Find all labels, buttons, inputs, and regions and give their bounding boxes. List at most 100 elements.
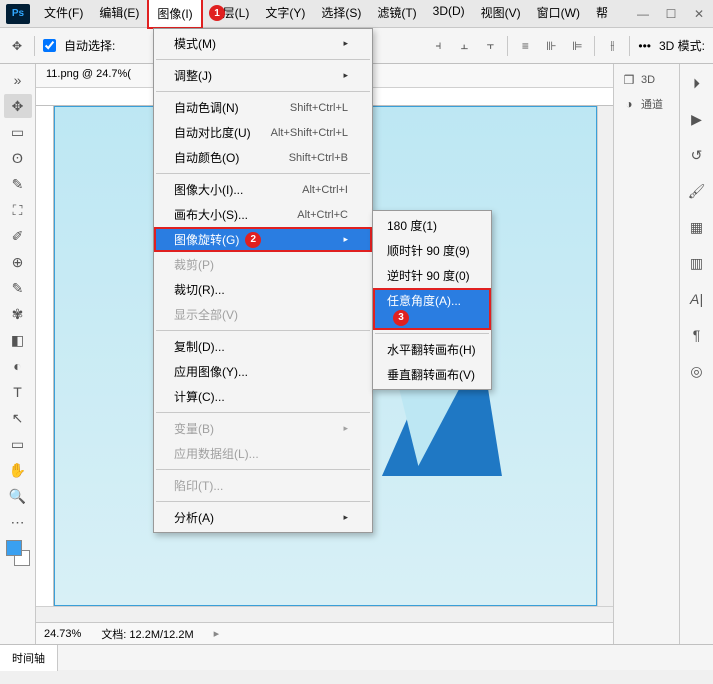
ruler-vertical — [36, 106, 54, 606]
menu-image-size[interactable]: 图像大小(I)...Alt+Ctrl+I — [154, 177, 372, 202]
scrollbar-horizontal[interactable] — [36, 606, 613, 622]
menu-edit[interactable]: 编辑(E) — [91, 0, 147, 28]
distribute-icon[interactable]: ⊫ — [568, 37, 586, 55]
timeline-tab[interactable]: 时间轴 — [0, 645, 58, 671]
menu-select[interactable]: 选择(S) — [313, 0, 369, 28]
panel-channels[interactable]: ◑通道 — [618, 93, 675, 115]
separator — [34, 36, 35, 56]
annotation-badge-2: 2 — [245, 232, 261, 248]
rotate-180[interactable]: 180 度(1) — [373, 213, 491, 238]
distribute-icon[interactable]: ⊪ — [542, 37, 560, 55]
menu-auto-color[interactable]: 自动颜色(O)Shift+Ctrl+B — [154, 145, 372, 170]
play-icon[interactable]: ▶ — [686, 108, 708, 130]
menu-analysis[interactable]: 分析(A)▸ — [154, 505, 372, 530]
flip-vertical[interactable]: 垂直翻转画布(V) — [373, 362, 491, 387]
brush-icon[interactable]: 🖌 — [686, 180, 708, 202]
menu-view[interactable]: 视图(V) — [473, 0, 529, 28]
menu-mode[interactable]: 模式(M)▸ — [154, 31, 372, 56]
menu-filter[interactable]: 滤镜(T) — [369, 0, 424, 28]
auto-select-label: 自动选择: — [64, 37, 115, 54]
edit-toolbar[interactable]: ⋯ — [4, 510, 32, 534]
menu-type[interactable]: 文字(Y) — [257, 0, 313, 28]
menu-trim[interactable]: 裁切(R)... — [154, 277, 372, 302]
separator — [156, 469, 370, 470]
menu-adjustments[interactable]: 调整(J)▸ — [154, 63, 372, 88]
distribute-icon[interactable]: ⫲ — [603, 37, 621, 55]
hand-tool[interactable]: ✋ — [4, 458, 32, 482]
rotate-90-ccw[interactable]: 逆时针 90 度(0) — [373, 263, 491, 288]
cube-icon: ❒ — [622, 73, 636, 87]
separator — [629, 36, 630, 56]
menu-variables: 变量(B)▸ — [154, 416, 372, 441]
gradient-tool[interactable]: ◐ — [4, 354, 32, 378]
collapse-icon[interactable]: ⏵ — [686, 72, 708, 94]
healing-tool[interactable]: ⊕ — [4, 250, 32, 274]
menu-image-rotation[interactable]: 图像旋转(G)2▸ — [154, 227, 372, 252]
doc-info[interactable]: 文档: 12.2M/12.2M — [101, 626, 193, 642]
rotate-arbitrary[interactable]: 任意角度(A)...3 — [373, 288, 491, 330]
history-icon[interactable]: ↺ — [686, 144, 708, 166]
menu-canvas-size[interactable]: 画布大小(S)...Alt+Ctrl+C — [154, 202, 372, 227]
character-icon[interactable]: A| — [686, 288, 708, 310]
menu-calculations[interactable]: 计算(C)... — [154, 384, 372, 409]
menu-image[interactable]: 图像(I) — [147, 0, 202, 29]
rotate-90-cw[interactable]: 顺时针 90 度(9) — [373, 238, 491, 263]
zoom-level[interactable]: 24.73% — [44, 628, 81, 640]
panel-3d[interactable]: ❒3D — [618, 70, 675, 90]
distribute-icon[interactable]: ≡ — [516, 37, 534, 55]
more-icon[interactable]: ••• — [638, 39, 651, 53]
menu-3d[interactable]: 3D(D) — [425, 0, 473, 28]
image-menu-dropdown: 模式(M)▸ 调整(J)▸ 自动色调(N)Shift+Ctrl+L 自动对比度(… — [153, 28, 373, 533]
menu-window[interactable]: 窗口(W) — [529, 0, 588, 28]
scrollbar-vertical[interactable] — [597, 106, 613, 606]
separator — [156, 59, 370, 60]
path-tool[interactable]: ↖ — [4, 406, 32, 430]
separator — [156, 173, 370, 174]
panels-dock: ❒3D ◑通道 ⏵ ▶ ↺ 🖌 ▦ ▥ A| ¶ ◎ — [613, 64, 713, 644]
zoom-tool[interactable]: 🔍 — [4, 484, 32, 508]
marquee-tool[interactable]: ▭ — [4, 120, 32, 144]
align-icon[interactable]: ⫞ — [429, 37, 447, 55]
auto-select-checkbox[interactable] — [43, 39, 56, 52]
foreground-color-swatch[interactable] — [6, 540, 22, 556]
align-icon[interactable]: ⫠ — [455, 37, 473, 55]
titlebar: Ps 文件(F) 编辑(E) 图像(I) 图层(L) 文字(Y) 选择(S) 滤… — [0, 0, 713, 28]
swatches-icon[interactable]: ▦ — [686, 216, 708, 238]
minimize-button[interactable]: — — [629, 2, 657, 26]
layers-icon[interactable]: ▥ — [686, 252, 708, 274]
type-tool[interactable]: T — [4, 380, 32, 404]
eyedropper-tool[interactable]: ✐ — [4, 224, 32, 248]
chevron-right-icon[interactable]: ▸ — [214, 627, 220, 640]
menu-apply-image[interactable]: 应用图像(Y)... — [154, 359, 372, 384]
right-tool-strip: ⏵ ▶ ↺ 🖌 ▦ ▥ A| ¶ ◎ — [679, 64, 713, 644]
flip-horizontal[interactable]: 水平翻转画布(H) — [373, 337, 491, 362]
quick-select-tool[interactable]: ✎ — [4, 172, 32, 196]
menu-help[interactable]: 帮 — [588, 0, 616, 28]
paragraph-icon[interactable]: ¶ — [686, 324, 708, 346]
lasso-tool[interactable]: ʘ — [4, 146, 32, 170]
brush-tool[interactable]: ✎ — [4, 276, 32, 300]
color-swatches[interactable] — [4, 540, 32, 568]
separator — [156, 91, 370, 92]
clone-tool[interactable]: ✾ — [4, 302, 32, 326]
crop-tool[interactable]: ⛶ — [4, 198, 32, 222]
cc-icon[interactable]: ◎ — [686, 360, 708, 382]
menu-apply-dataset: 应用数据组(L)... — [154, 441, 372, 466]
align-icon[interactable]: ⫟ — [481, 37, 499, 55]
menu-duplicate[interactable]: 复制(D)... — [154, 334, 372, 359]
shape-tool[interactable]: ▭ — [4, 432, 32, 456]
menu-auto-contrast[interactable]: 自动对比度(U)Alt+Shift+Ctrl+L — [154, 120, 372, 145]
menu-trap: 陷印(T)... — [154, 473, 372, 498]
menu-file[interactable]: 文件(F) — [36, 0, 91, 28]
annotation-badge-1: 1 — [209, 5, 225, 21]
maximize-button[interactable]: ☐ — [657, 2, 685, 26]
eraser-tool[interactable]: ◧ — [4, 328, 32, 352]
window-controls: — ☐ ✕ — [629, 2, 713, 26]
menu-auto-tone[interactable]: 自动色调(N)Shift+Ctrl+L — [154, 95, 372, 120]
collapse-icon[interactable]: » — [4, 68, 32, 92]
close-button[interactable]: ✕ — [685, 2, 713, 26]
separator — [594, 36, 595, 56]
move-tool[interactable]: ✥ — [4, 94, 32, 118]
menubar: 文件(F) 编辑(E) 图像(I) 图层(L) 文字(Y) 选择(S) 滤镜(T… — [36, 0, 629, 28]
tools-panel: » ✥ ▭ ʘ ✎ ⛶ ✐ ⊕ ✎ ✾ ◧ ◐ T ↖ ▭ ✋ 🔍 ⋯ — [0, 64, 36, 644]
